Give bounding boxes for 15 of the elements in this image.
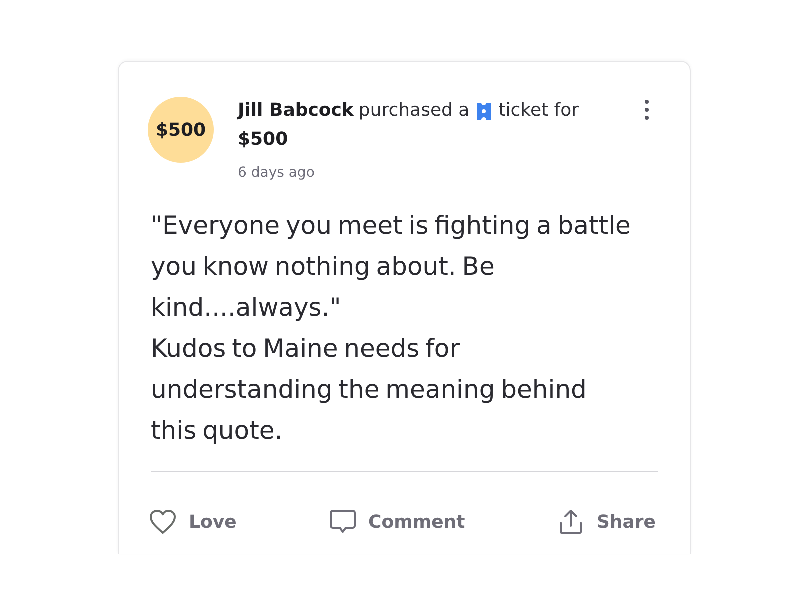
more-options-icon[interactable] [644, 99, 650, 121]
amount-text: $500 [238, 128, 288, 152]
comment-button[interactable]: Comment [328, 509, 466, 535]
author-name[interactable]: Jill Babcock [238, 97, 354, 125]
action-text: ticket for [498, 99, 580, 123]
share-button[interactable]: Share [556, 509, 656, 535]
post-text: Kudos to Maine needs for understanding the meaning behind this quote. [151, 333, 588, 447]
speech-bubble-icon [328, 509, 357, 535]
avatar: $500 [148, 97, 214, 163]
action-text: purchased a [358, 99, 470, 123]
heart-icon [149, 509, 177, 535]
post-text: "Everyone you meet is fighting a battle you know nothing about. Be kind....always." [151, 210, 632, 324]
love-button[interactable]: Love [149, 509, 237, 535]
ticket-icon [476, 102, 491, 120]
timestamp: 6 days ago [238, 165, 315, 181]
